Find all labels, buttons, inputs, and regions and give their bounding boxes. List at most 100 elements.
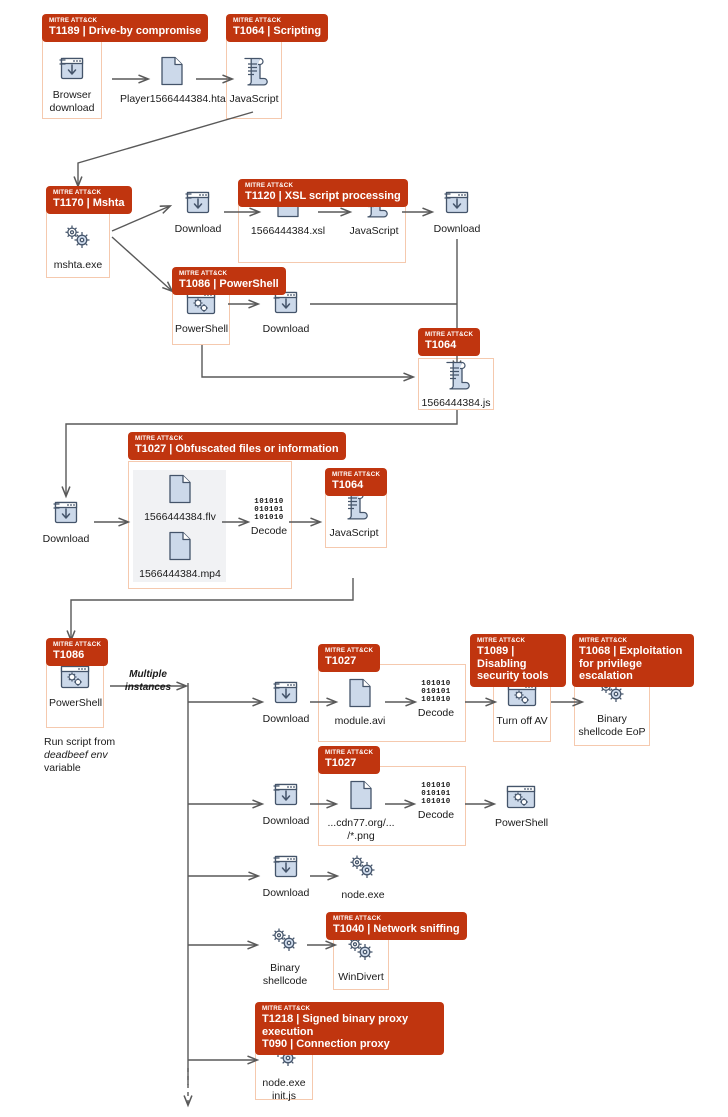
node-label: ...cdn77.org/... /*.png: [327, 817, 395, 842]
node-label: Download: [42, 533, 90, 545]
badge-t1089[interactable]: MITRE ATT&CK T1089 | Disabling security …: [470, 634, 566, 687]
node-module-avi[interactable]: module.avi: [330, 678, 390, 728]
download-icon: [260, 854, 312, 885]
node-turn-off-av[interactable]: Turn off AV: [496, 682, 548, 728]
node-label: WinDivert: [338, 971, 384, 983]
node-label: JavaScript: [349, 225, 399, 237]
badge-prefix: MITRE ATT&CK: [179, 270, 228, 277]
node-download-media[interactable]: Download: [40, 500, 92, 546]
node-decode-1[interactable]: 101010 010101 101010 Decode: [244, 498, 294, 537]
node-label: Download: [433, 223, 481, 235]
node-node-exe[interactable]: node.exe: [337, 852, 389, 902]
node-label: 1566444384.mp4: [139, 568, 221, 580]
binary-stream-icon: 101010 010101 101010: [421, 782, 451, 807]
badge-technique: T1120 | XSL script processing: [245, 190, 401, 202]
powershell-window-icon: [495, 784, 547, 815]
node-decode-2[interactable]: 101010 010101 101010 Decode: [411, 680, 461, 719]
file-icon: [330, 678, 390, 713]
badge-t1120[interactable]: MITRE ATT&CK T1120 | XSL script processi…: [238, 179, 408, 207]
file-icon: [133, 531, 227, 566]
gears-icon: [52, 222, 104, 257]
badge-prefix: MITRE ATT&CK: [53, 189, 102, 196]
download-icon: [40, 500, 92, 531]
node-powershell-3[interactable]: PowerShell: [495, 784, 549, 830]
badge-prefix: MITRE ATT&CK: [49, 17, 98, 24]
badge-technique: T1040 | Network sniffing: [333, 923, 460, 935]
badge-technique: T1064: [425, 339, 457, 351]
node-download-js[interactable]: Download: [431, 190, 483, 236]
badge-t1170[interactable]: MITRE ATT&CK T1170 | Mshta: [46, 186, 132, 214]
node-label: Binary shellcode: [262, 962, 308, 987]
node-powershell-2[interactable]: PowerShell: [49, 664, 102, 710]
gears-icon: [337, 852, 389, 887]
download-icon: [172, 190, 224, 221]
badge-t1064-scripting[interactable]: MITRE ATT&CK T1064 | Scripting: [226, 14, 329, 42]
node-cdn-png[interactable]: ...cdn77.org/... /*.png: [323, 780, 399, 842]
badge-t1086-powershell[interactable]: MITRE ATT&CK T1086 | PowerShell: [172, 267, 286, 295]
badge-prefix: MITRE ATT&CK: [332, 471, 381, 478]
node-download-ps[interactable]: Download: [260, 290, 312, 336]
node-label: 1566444384.xsl: [250, 225, 326, 237]
node-download-node[interactable]: Download: [260, 854, 312, 900]
file-icon: [323, 780, 399, 815]
node-label: Download: [262, 323, 310, 335]
node-label: node.exe init.js: [262, 1077, 306, 1102]
badge-prefix: MITRE ATT&CK: [135, 435, 184, 442]
annotation-multiple-instances: Multiple instances: [124, 669, 172, 693]
node-download-png[interactable]: Download: [260, 782, 312, 828]
badge-technique: T1027: [325, 655, 357, 667]
badge-t1218[interactable]: MITRE ATT&CK T1218 | Signed binary proxy…: [255, 1002, 444, 1055]
badge-t1064-jsfile[interactable]: MITRE ATT&CK T1064: [418, 328, 481, 356]
badge-t1086-ps2[interactable]: MITRE ATT&CK T1086: [46, 638, 109, 666]
node-javascript-1[interactable]: JavaScript: [228, 56, 280, 106]
node-label: PowerShell: [495, 817, 549, 829]
node-label: Download: [262, 887, 310, 899]
node-decode-3[interactable]: 101010 010101 101010 Decode: [411, 782, 461, 821]
badge-t1189[interactable]: MITRE ATT&CK T1189 | Drive-by compromise: [42, 14, 209, 42]
node-browser-download[interactable]: Browser download: [46, 56, 98, 114]
badge-t1027-media[interactable]: MITRE ATT&CK T1027 | Obfuscated files or…: [128, 432, 346, 460]
node-powershell-1[interactable]: PowerShell: [175, 290, 228, 336]
badge-technique: T1218 | Signed binary proxy execution T0…: [262, 1013, 409, 1050]
node-javascript-3[interactable]: JavaScript: [328, 490, 380, 540]
node-label: node.exe: [341, 889, 385, 901]
binary-stream-icon: 101010 010101 101010: [421, 680, 451, 705]
node-mp4-file[interactable]: 1566444384.mp4: [133, 531, 227, 581]
node-download-xsl[interactable]: Download: [172, 190, 224, 236]
node-label: mshta.exe: [53, 259, 103, 271]
node-download-module[interactable]: Download: [260, 680, 312, 726]
badge-technique: T1027 | Obfuscated files or information: [135, 443, 339, 455]
badge-prefix: MITRE ATT&CK: [425, 331, 474, 338]
download-icon: [260, 782, 312, 813]
powershell-window-icon: [175, 290, 227, 321]
annotation-deadbeef-line2: deadbeef env: [44, 749, 108, 761]
node-label: 1566444384.flv: [144, 511, 216, 523]
node-flv-file[interactable]: 1566444384.flv: [136, 474, 224, 524]
node-label: Binary shellcode EoP: [578, 713, 646, 738]
download-icon: [260, 680, 312, 711]
node-label: JavaScript: [229, 93, 279, 105]
badge-prefix: MITRE ATT&CK: [333, 915, 382, 922]
node-js-file[interactable]: 1566444384.js: [414, 360, 498, 410]
node-binary-shellcode[interactable]: Binary shellcode: [257, 925, 313, 987]
badge-t1027-png[interactable]: MITRE ATT&CK T1027: [318, 746, 381, 774]
powershell-window-icon: [49, 664, 101, 695]
badge-technique: T1027: [325, 757, 357, 769]
node-label: JavaScript: [329, 527, 379, 539]
badge-t1068[interactable]: MITRE ATT&CK T1068 | Exploitation for pr…: [572, 634, 694, 687]
badge-t1027-module[interactable]: MITRE ATT&CK T1027: [318, 644, 381, 672]
download-icon: [46, 56, 98, 87]
badge-technique: T1068 | Exploitation for privilege escal…: [579, 645, 683, 682]
node-label: Player1566444384.hta: [120, 93, 226, 105]
script-scroll-icon: [228, 56, 280, 91]
badge-t1064-js3[interactable]: MITRE ATT&CK T1064: [325, 468, 388, 496]
node-mshta-exe[interactable]: mshta.exe: [52, 222, 104, 272]
node-windivert[interactable]: WinDivert: [335, 934, 387, 984]
node-player-hta[interactable]: Player1566444384.hta: [120, 56, 226, 106]
node-label: Download: [262, 713, 310, 725]
node-label: Download: [262, 815, 310, 827]
node-label: Decode: [417, 706, 455, 719]
download-icon: [431, 190, 483, 221]
gears-icon: [257, 925, 313, 960]
badge-t1040[interactable]: MITRE ATT&CK T1040 | Network sniffing: [326, 912, 467, 940]
